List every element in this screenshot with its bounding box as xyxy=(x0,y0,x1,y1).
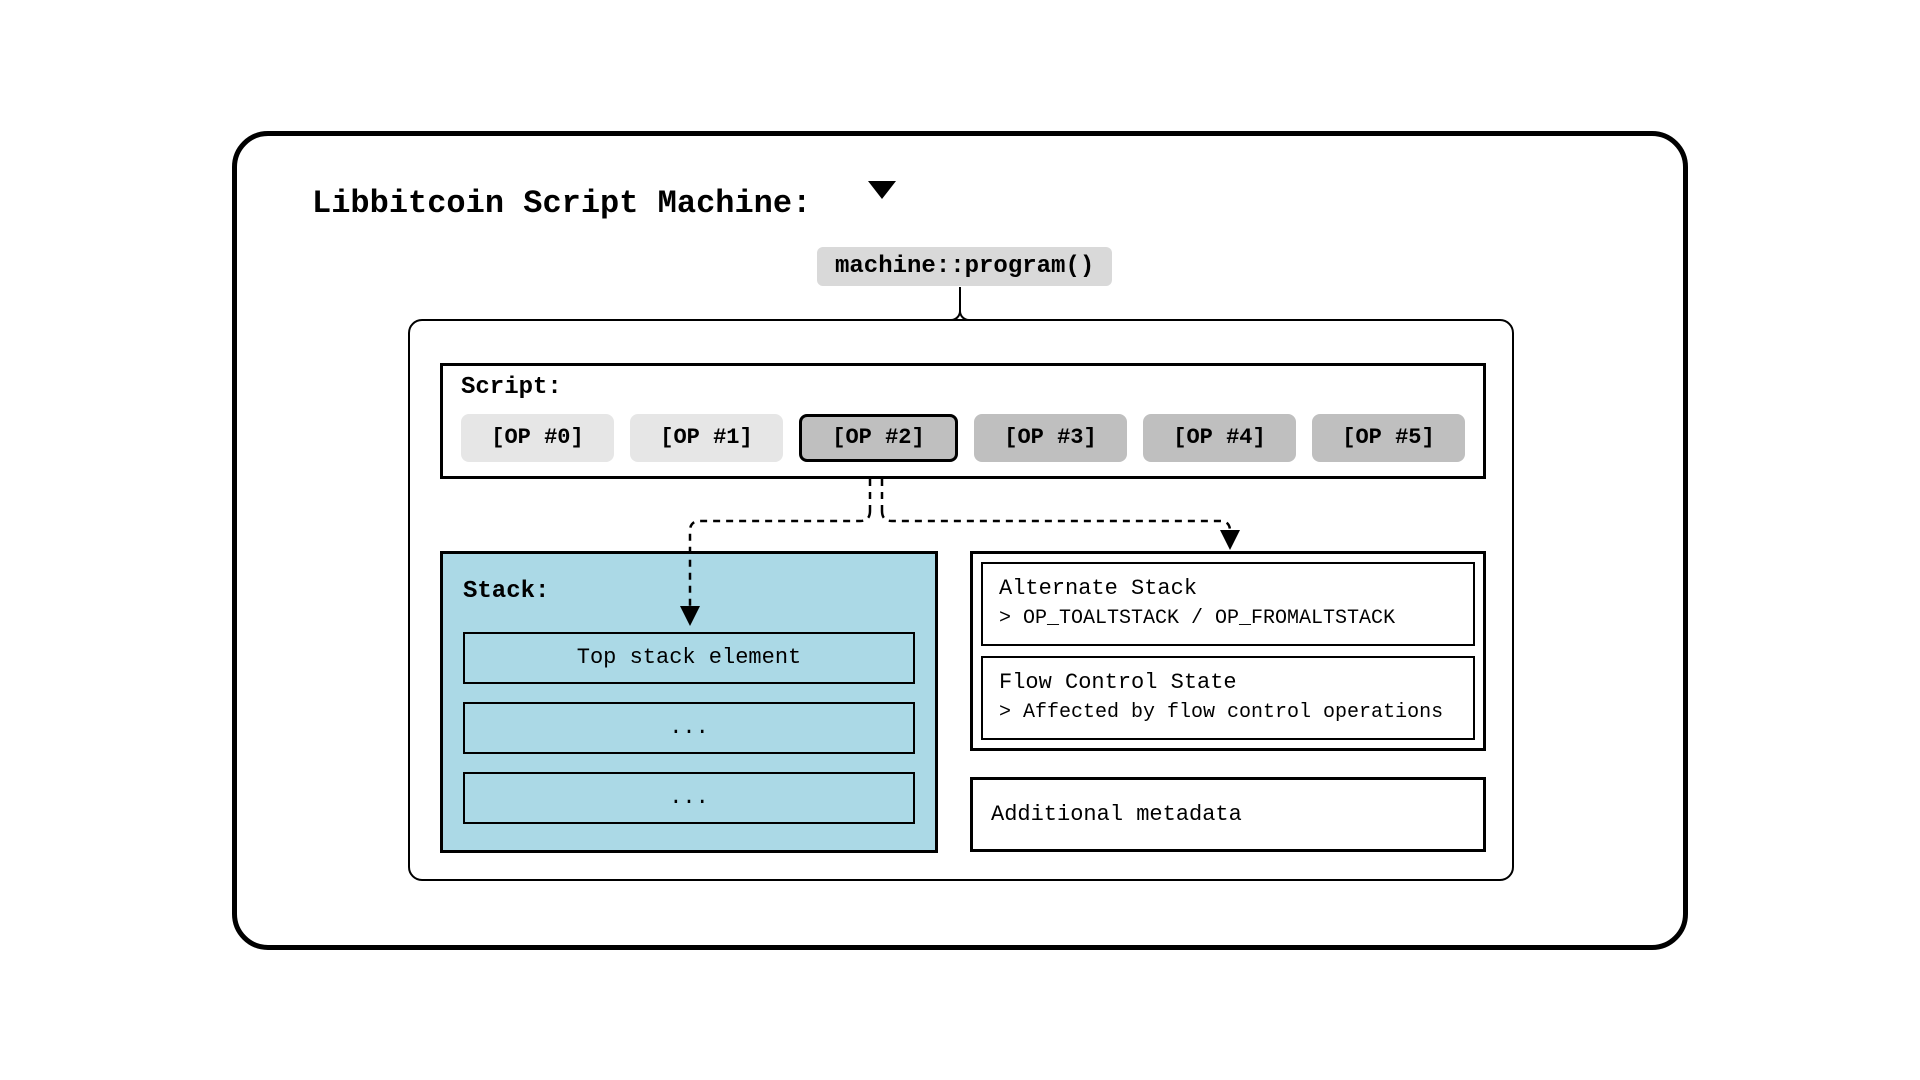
right-column: Alternate Stack > OP_TOALTSTACK / OP_FRO… xyxy=(970,551,1486,852)
alternate-stack-card: Alternate Stack > OP_TOALTSTACK / OP_FRO… xyxy=(981,562,1475,646)
stack-item-1: ... xyxy=(463,702,915,754)
flow-control-card: Flow Control State > Affected by flow co… xyxy=(981,656,1475,740)
flow-control-title: Flow Control State xyxy=(999,670,1457,695)
ops-row: [OP #0] [OP #1] [OP #2] [OP #3] [OP #4] … xyxy=(461,414,1465,462)
metadata-box: Additional metadata xyxy=(970,777,1486,852)
op-0: [OP #0] xyxy=(461,414,614,462)
connector-line xyxy=(959,287,961,311)
op-5: [OP #5] xyxy=(1312,414,1465,462)
flow-control-sub: > Affected by flow control operations xyxy=(999,701,1457,724)
diagram-title: Libbitcoin Script Machine: xyxy=(312,185,811,222)
program-label: machine::program() xyxy=(817,247,1112,286)
script-box: Script: [OP #0] [OP #1] [OP #2] [OP #3] … xyxy=(440,363,1486,479)
op-2-current: [OP #2] xyxy=(799,414,958,462)
machine-box: Script: [OP #0] [OP #1] [OP #2] [OP #3] … xyxy=(408,319,1514,881)
stack-items: Top stack element ... ... xyxy=(463,632,915,824)
instruction-pointer-icon xyxy=(868,181,896,199)
alternate-stack-title: Alternate Stack xyxy=(999,576,1457,601)
stack-label: Stack: xyxy=(463,578,549,605)
op-3: [OP #3] xyxy=(974,414,1127,462)
stack-item-0: Top stack element xyxy=(463,632,915,684)
op-4: [OP #4] xyxy=(1143,414,1296,462)
alternate-stack-sub: > OP_TOALTSTACK / OP_FROMALTSTACK xyxy=(999,607,1457,630)
state-group: Alternate Stack > OP_TOALTSTACK / OP_FRO… xyxy=(970,551,1486,751)
stack-item-2: ... xyxy=(463,772,915,824)
stack-box: Stack: Top stack element ... ... xyxy=(440,551,938,853)
op-1: [OP #1] xyxy=(630,414,783,462)
script-label: Script: xyxy=(461,374,562,401)
diagram-canvas: Libbitcoin Script Machine: machine::prog… xyxy=(232,131,1688,950)
